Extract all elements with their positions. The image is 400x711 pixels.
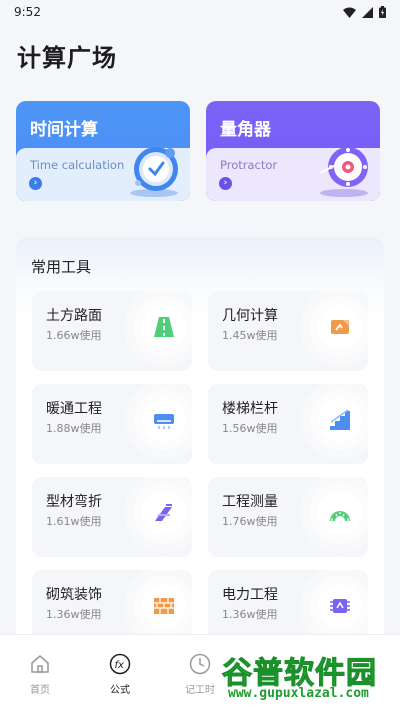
- nav-item-home[interactable]: 首页: [10, 653, 70, 696]
- arrow-right-icon: ›: [219, 177, 232, 190]
- signal-icon: [362, 6, 373, 18]
- profile-bend-icon: [142, 491, 186, 535]
- page-title: 计算广场: [17, 44, 117, 72]
- tool-card-geometry[interactable]: 几何计算 1.45w使用: [208, 291, 368, 371]
- card-title: 时间计算: [30, 120, 98, 140]
- status-bar: 9:52: [0, 0, 400, 24]
- protractor-card[interactable]: 量角器 Protractor ›: [206, 101, 380, 201]
- nav-label: 首页: [30, 685, 50, 696]
- stairs-icon: [318, 398, 362, 442]
- clock-illustration-icon: [130, 147, 178, 197]
- svg-text:fx: fx: [115, 660, 125, 671]
- road-icon: [142, 305, 186, 349]
- fx-icon: fx: [109, 653, 131, 675]
- tool-card-stair-railing[interactable]: 楼梯栏杆 1.56w使用: [208, 384, 368, 464]
- brick-wall-icon: [142, 584, 186, 628]
- tool-name: 暖通工程: [46, 401, 102, 417]
- protractor-illustration-icon: [319, 147, 368, 197]
- geometry-box-icon: [318, 305, 362, 349]
- tool-name: 楼梯栏杆: [222, 401, 278, 417]
- nav-label: 公式: [110, 685, 130, 696]
- nav-item-formula[interactable]: fx 公式: [90, 653, 150, 696]
- tool-usage: 1.36w使用: [46, 608, 102, 621]
- air-conditioner-icon: [142, 398, 186, 442]
- watermark: 谷普软件园 www.gupuxlazal.com: [222, 648, 398, 708]
- tool-card-profile-bending[interactable]: 型材弯折 1.61w使用: [32, 477, 192, 557]
- tool-name: 电力工程: [222, 587, 278, 603]
- common-tools-panel: 常用工具 土方路面 1.66w使用 几何计算 1.45w使用 暖通工程 1.88…: [16, 237, 384, 657]
- nav-label: 记工时: [185, 685, 215, 696]
- tool-usage: 1.88w使用: [46, 422, 102, 435]
- watermark-url: www.gupuxlazal.com: [228, 686, 369, 701]
- tool-name: 砌筑装饰: [46, 587, 102, 603]
- tool-name: 工程测量: [222, 494, 278, 510]
- tool-card-engineering-survey[interactable]: 工程测量 1.76w使用: [208, 477, 368, 557]
- time-calculation-card[interactable]: 时间计算 Time calculation ›: [16, 101, 190, 201]
- circuit-chip-icon: [318, 584, 362, 628]
- wifi-icon: [343, 7, 356, 18]
- tool-usage: 1.76w使用: [222, 515, 278, 528]
- card-subtitle: Time calculation: [30, 158, 125, 172]
- tool-card-earthwork-road[interactable]: 土方路面 1.66w使用: [32, 291, 192, 371]
- tool-card-hvac[interactable]: 暖通工程 1.88w使用: [32, 384, 192, 464]
- clock-icon: [189, 653, 211, 675]
- nav-item-timesheet[interactable]: 记工时: [170, 653, 230, 696]
- tool-usage: 1.36w使用: [222, 608, 278, 621]
- card-subtitle: Protractor: [220, 158, 278, 172]
- tool-name: 几何计算: [222, 308, 278, 324]
- status-icons: [343, 6, 386, 18]
- section-title: 常用工具: [31, 258, 92, 276]
- protractor-measure-icon: [318, 491, 362, 535]
- tool-usage: 1.66w使用: [46, 329, 102, 342]
- tool-usage: 1.56w使用: [222, 422, 278, 435]
- battery-icon: [379, 6, 386, 18]
- tool-name: 型材弯折: [46, 494, 102, 510]
- home-icon: [31, 655, 49, 673]
- arrow-right-icon: ›: [29, 177, 42, 190]
- tool-usage: 1.61w使用: [46, 515, 102, 528]
- status-time: 9:52: [14, 5, 41, 19]
- tool-name: 土方路面: [46, 308, 102, 324]
- tool-usage: 1.45w使用: [222, 329, 278, 342]
- card-title: 量角器: [220, 120, 271, 140]
